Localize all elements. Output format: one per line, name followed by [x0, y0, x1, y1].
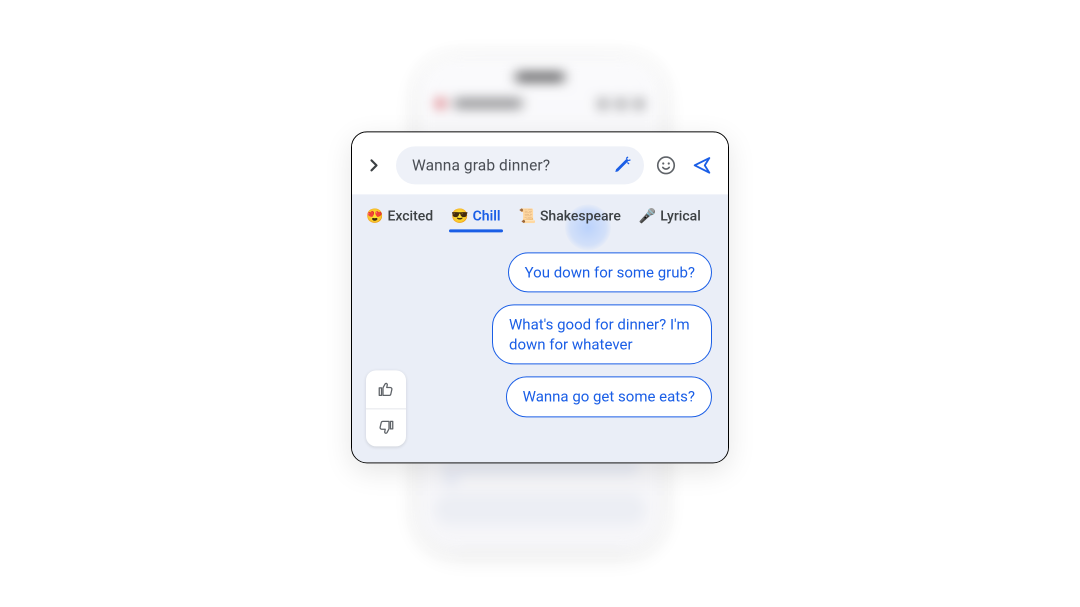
tone-tabs: 😍 Excited 😎 Chill 📜 Shakespeare 🎤 Lyrica…: [352, 194, 728, 232]
send-icon[interactable]: [688, 151, 716, 179]
sunglasses-emoji-icon: 😎: [451, 209, 468, 223]
microphone-emoji-icon: 🎤: [639, 209, 656, 223]
heart-eyes-emoji-icon: 😍: [366, 209, 383, 223]
tab-shakespeare[interactable]: 📜 Shakespeare: [519, 208, 621, 232]
suggestion-bubble[interactable]: What's good for dinner? I'm down for wha…: [492, 304, 712, 365]
suggestion-bubble[interactable]: You down for some grub?: [508, 252, 712, 292]
tab-lyrical[interactable]: 🎤 Lyrical: [639, 208, 701, 232]
tab-label: Chill: [473, 208, 501, 224]
expand-chevron-icon[interactable]: [360, 151, 388, 179]
tone-panel: 😍 Excited 😎 Chill 📜 Shakespeare 🎤 Lyrica…: [352, 194, 728, 462]
thumbs-up-icon[interactable]: [366, 370, 406, 408]
scroll-emoji-icon: 📜: [519, 209, 536, 223]
tab-label: Lyrical: [660, 208, 700, 224]
magic-compose-card: Wanna grab dinner? 😍 Excited 😎: [351, 131, 729, 463]
message-input[interactable]: Wanna grab dinner?: [396, 146, 644, 184]
tab-label: Shakespeare: [540, 208, 621, 224]
tab-chill[interactable]: 😎 Chill: [451, 208, 500, 232]
emoji-picker-icon[interactable]: [652, 151, 680, 179]
tab-excited[interactable]: 😍 Excited: [366, 208, 433, 232]
message-input-text: Wanna grab dinner?: [412, 156, 600, 174]
input-row: Wanna grab dinner?: [352, 132, 728, 194]
thumbs-down-icon[interactable]: [366, 408, 406, 446]
feedback-buttons: [366, 370, 406, 446]
magic-rewrite-icon[interactable]: [608, 151, 636, 179]
suggestion-list: You down for some grub? What's good for …: [492, 252, 712, 417]
tab-label: Excited: [387, 208, 433, 224]
suggestion-bubble[interactable]: Wanna go get some eats?: [506, 377, 712, 417]
